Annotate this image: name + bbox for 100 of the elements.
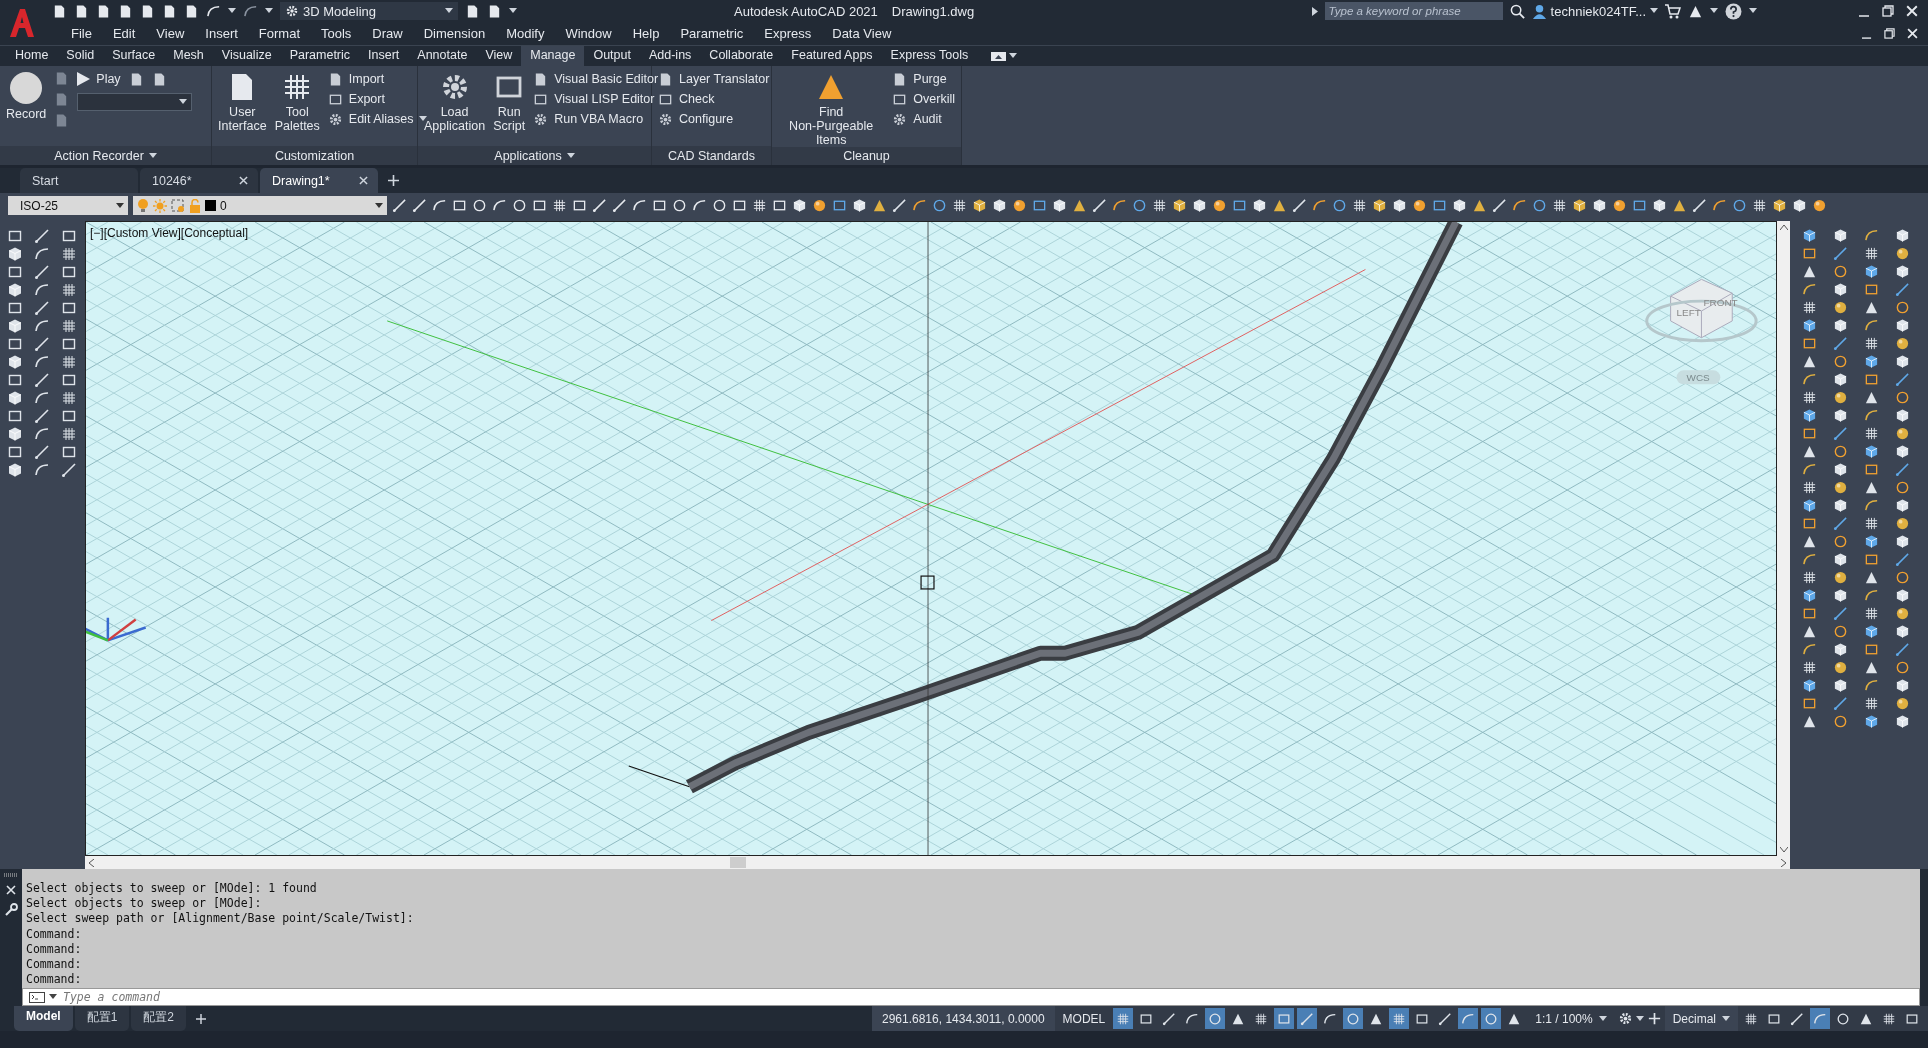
rectangle-tool-icon[interactable] <box>61 408 77 424</box>
circle-tool-icon[interactable] <box>1894 480 1910 495</box>
ribbon-button[interactable]: Check <box>658 91 770 107</box>
ribbon-button[interactable]: Layer Translator <box>658 71 770 87</box>
ribbon-tab[interactable]: Surface <box>103 46 165 66</box>
play-button[interactable]: Play <box>77 71 121 87</box>
sphere-tool-icon[interactable] <box>1832 480 1848 495</box>
scroll-up-icon[interactable] <box>1779 225 1788 230</box>
triangle-tool-icon[interactable] <box>1801 714 1817 729</box>
dimension-style-dropdown[interactable]: ISO-25 <box>8 196 128 215</box>
grid-icon[interactable] <box>1863 426 1879 441</box>
grid-icon[interactable] <box>1863 606 1879 621</box>
cart-icon[interactable] <box>1665 3 1681 19</box>
arc-tool-icon[interactable] <box>34 282 50 298</box>
arc-tool-icon[interactable] <box>34 390 50 406</box>
circle-tool-icon[interactable] <box>1332 198 1347 213</box>
caret-icon[interactable] <box>148 152 157 159</box>
wrench-icon[interactable] <box>4 903 18 916</box>
cube-tool-icon[interactable] <box>1801 498 1817 513</box>
caret-icon[interactable] <box>1009 53 1018 59</box>
arc-tool-icon[interactable] <box>34 462 50 478</box>
rectangle-tool-icon[interactable] <box>61 372 77 388</box>
rectangle-tool-icon[interactable] <box>1863 462 1879 477</box>
triangle-tool-icon[interactable] <box>1801 624 1817 639</box>
ribbon-button[interactable]: Configure <box>658 111 770 127</box>
user-name[interactable]: techniek024TF... <box>1550 3 1646 19</box>
grid-icon[interactable] <box>1352 198 1367 213</box>
cube-tool-icon[interactable] <box>1801 678 1817 693</box>
scroll-right-icon[interactable] <box>1781 858 1786 867</box>
grid-icon[interactable] <box>61 246 77 262</box>
menu-item[interactable]: Data View <box>825 26 906 41</box>
ribbon-button[interactable]: Overkill <box>892 91 955 107</box>
grid-icon[interactable] <box>952 198 967 213</box>
rectangle-tool-icon[interactable] <box>1232 198 1247 213</box>
menu-item[interactable]: Insert <box>198 26 252 41</box>
triangle-tool-icon[interactable] <box>1863 480 1879 495</box>
caret-icon[interactable] <box>1722 1015 1730 1022</box>
scroll-thumb[interactable] <box>729 857 746 868</box>
ribbon-tab[interactable]: Annotate <box>408 46 477 66</box>
ribbon-tab[interactable]: Output <box>584 46 640 66</box>
search-field[interactable]: Type a keyword or phrase <box>1324 2 1503 20</box>
arc-tool-icon[interactable] <box>34 318 50 334</box>
cube-tool-icon[interactable] <box>7 354 23 370</box>
line-tool-icon[interactable] <box>1894 372 1910 387</box>
cube-tool-icon[interactable] <box>1832 282 1848 297</box>
triangle-tool-icon[interactable] <box>1272 198 1287 213</box>
status-toggle[interactable] <box>1274 1008 1295 1029</box>
circle-tool-icon[interactable] <box>1832 624 1848 639</box>
ribbon-tab[interactable]: Collaborate <box>700 46 783 66</box>
rectangle-tool-icon[interactable] <box>452 198 467 213</box>
menu-item[interactable]: Help <box>625 26 674 41</box>
close-icon[interactable] <box>6 885 16 895</box>
caret-icon[interactable] <box>509 8 517 14</box>
arc-tool-icon[interactable] <box>1863 408 1879 423</box>
add-layout-icon[interactable] <box>196 1013 207 1024</box>
arc-tool-icon[interactable] <box>1801 462 1817 477</box>
arc-tool-icon[interactable] <box>1801 642 1817 657</box>
cube-tool-icon[interactable] <box>1572 198 1587 213</box>
cube-tool-icon[interactable] <box>1894 264 1910 279</box>
rectangle-tool-icon[interactable] <box>1432 198 1447 213</box>
triangle-tool-icon[interactable] <box>1801 264 1817 279</box>
grid-icon[interactable] <box>1552 198 1567 213</box>
sphere-tool-icon[interactable] <box>1894 246 1910 261</box>
rectangle-tool-icon[interactable] <box>1863 642 1879 657</box>
cube-tool-icon[interactable] <box>1172 198 1187 213</box>
scroll-left-icon[interactable] <box>89 858 94 867</box>
ribbon-tab[interactable]: Insert <box>359 46 409 66</box>
circle-tool-icon[interactable] <box>1894 660 1910 675</box>
panel-title[interactable]: CAD Standards <box>652 146 771 165</box>
page-icon[interactable] <box>96 3 111 19</box>
triangle-tool-icon[interactable] <box>1801 354 1817 369</box>
close-icon[interactable] <box>1907 28 1918 39</box>
rectangle-tool-icon[interactable] <box>7 336 23 352</box>
grid-icon[interactable] <box>1863 336 1879 351</box>
cube-tool-icon[interactable] <box>1894 444 1910 459</box>
cube-tool-icon[interactable] <box>1832 642 1848 657</box>
panel-title[interactable]: Cleanup <box>772 147 961 165</box>
cube-tool-icon[interactable] <box>1801 228 1817 243</box>
grid-icon[interactable] <box>1863 246 1879 261</box>
menu-item[interactable]: View <box>149 26 199 41</box>
vertical-scrollbar[interactable] <box>1777 221 1790 856</box>
layer-dropdown[interactable]: 0 <box>133 196 387 215</box>
caret-icon[interactable] <box>1650 8 1658 14</box>
ribbon-button[interactable]: Visual Basic Editor <box>533 71 659 87</box>
app-logo[interactable] <box>9 7 35 38</box>
ribbon-button[interactable]: Visual LISP Editor <box>533 91 659 107</box>
cube-tool-icon[interactable] <box>1894 534 1910 549</box>
arc-tool-icon[interactable] <box>1801 552 1817 567</box>
ribbon-button[interactable]: Purge <box>892 71 955 87</box>
caret-icon[interactable] <box>1635 1015 1644 1022</box>
drawing-viewport[interactable]: LEFT FRONT WCS [−][Custom View][Conceptual] <box>85 221 1777 856</box>
swept-pipe[interactable] <box>686 222 1463 794</box>
triangle-tool-icon[interactable] <box>872 198 887 213</box>
units-dropdown[interactable]: Decimal <box>1664 1006 1738 1031</box>
triangle-tool-icon[interactable] <box>1863 570 1879 585</box>
rectangle-tool-icon[interactable] <box>732 198 747 213</box>
cube-tool-icon[interactable] <box>1832 318 1848 333</box>
grid-icon[interactable] <box>752 198 767 213</box>
rectangle-tool-icon[interactable] <box>1863 372 1879 387</box>
rectangle-tool-icon[interactable] <box>1863 282 1879 297</box>
